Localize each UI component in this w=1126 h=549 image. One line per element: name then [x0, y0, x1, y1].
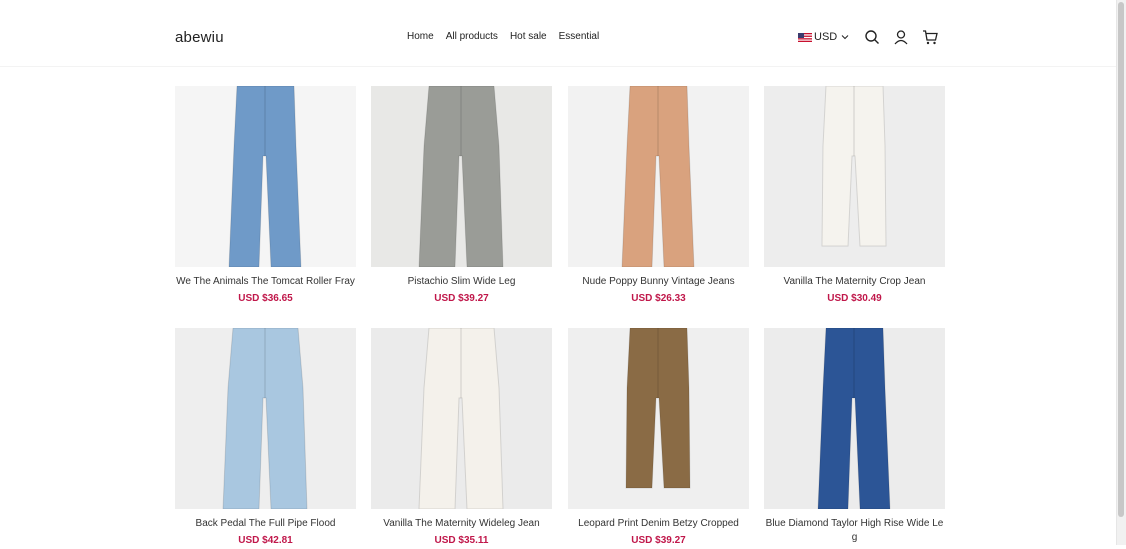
product-card[interactable]: Blue Diamond Taylor High Rise Wide Leg [764, 328, 945, 549]
pants-illustration [764, 328, 945, 509]
product-image[interactable] [568, 86, 749, 267]
product-name[interactable]: Vanilla The Maternity Crop Jean [764, 275, 945, 289]
product-image[interactable] [764, 328, 945, 509]
pants-illustration [175, 86, 356, 267]
product-name[interactable]: We The Animals The Tomcat Roller Fray [175, 275, 356, 289]
product-name[interactable]: Vanilla The Maternity Wideleg Jean [371, 517, 552, 531]
product-price: USD $26.33 [631, 293, 686, 304]
product-card[interactable]: Vanilla The Maternity Crop Jean USD $30.4… [764, 86, 945, 304]
cart-icon[interactable] [922, 29, 938, 45]
product-card[interactable]: Nude Poppy Bunny Vintage Jeans USD $26.33 [568, 86, 749, 304]
product-name[interactable]: Blue Diamond Taylor High Rise Wide Leg [764, 517, 945, 545]
site-logo[interactable]: abewiu [175, 29, 224, 46]
page-scrollbar[interactable] [1116, 0, 1126, 545]
us-flag-icon [798, 32, 812, 42]
product-price: USD $35.11 [434, 535, 489, 546]
product-card[interactable]: We The Animals The Tomcat Roller Fray USD… [175, 86, 356, 304]
product-image[interactable] [175, 86, 356, 267]
pants-illustration [568, 86, 749, 267]
product-price: USD $39.27 [631, 535, 686, 546]
nav-hot-sale[interactable]: Hot sale [510, 31, 547, 42]
product-name[interactable]: Leopard Print Denim Betzy Cropped [568, 517, 749, 531]
product-image[interactable] [175, 328, 356, 509]
pants-illustration [371, 86, 552, 267]
product-card[interactable]: Leopard Print Denim Betzy Cropped USD $39… [568, 328, 749, 546]
nav-essential[interactable]: Essential [559, 31, 600, 42]
pants-illustration [371, 328, 552, 509]
scrollbar-thumb[interactable] [1118, 2, 1124, 517]
user-icon[interactable] [893, 29, 909, 45]
product-name[interactable]: Nude Poppy Bunny Vintage Jeans [568, 275, 749, 289]
nav-home[interactable]: Home [407, 31, 434, 42]
product-image[interactable] [568, 328, 749, 509]
currency-selector[interactable]: USD [798, 31, 849, 43]
main-nav: Home All products Hot sale Essential [407, 31, 599, 42]
product-card[interactable]: Pistachio Slim Wide Leg USD $39.27 [371, 86, 552, 304]
product-price: USD $39.27 [434, 293, 489, 304]
product-image[interactable] [371, 328, 552, 509]
nav-all-products[interactable]: All products [446, 31, 498, 42]
product-name[interactable]: Back Pedal The Full Pipe Flood [175, 517, 356, 531]
site-header: abewiu Home All products Hot sale Essent… [0, 0, 1117, 67]
product-price: USD $42.81 [238, 535, 293, 546]
pants-illustration [764, 86, 945, 267]
product-price: USD $36.65 [238, 293, 293, 304]
pants-illustration [175, 328, 356, 509]
pants-illustration [568, 328, 749, 509]
product-price: USD $30.49 [827, 293, 882, 304]
product-card[interactable]: Back Pedal The Full Pipe Flood USD $42.81 [175, 328, 356, 546]
product-card[interactable]: Vanilla The Maternity Wideleg Jean USD $3… [371, 328, 552, 546]
product-image[interactable] [764, 86, 945, 267]
chevron-down-icon [841, 35, 849, 40]
product-image[interactable] [371, 86, 552, 267]
product-name[interactable]: Pistachio Slim Wide Leg [371, 275, 552, 289]
search-icon[interactable] [864, 29, 880, 45]
currency-label: USD [814, 31, 838, 43]
